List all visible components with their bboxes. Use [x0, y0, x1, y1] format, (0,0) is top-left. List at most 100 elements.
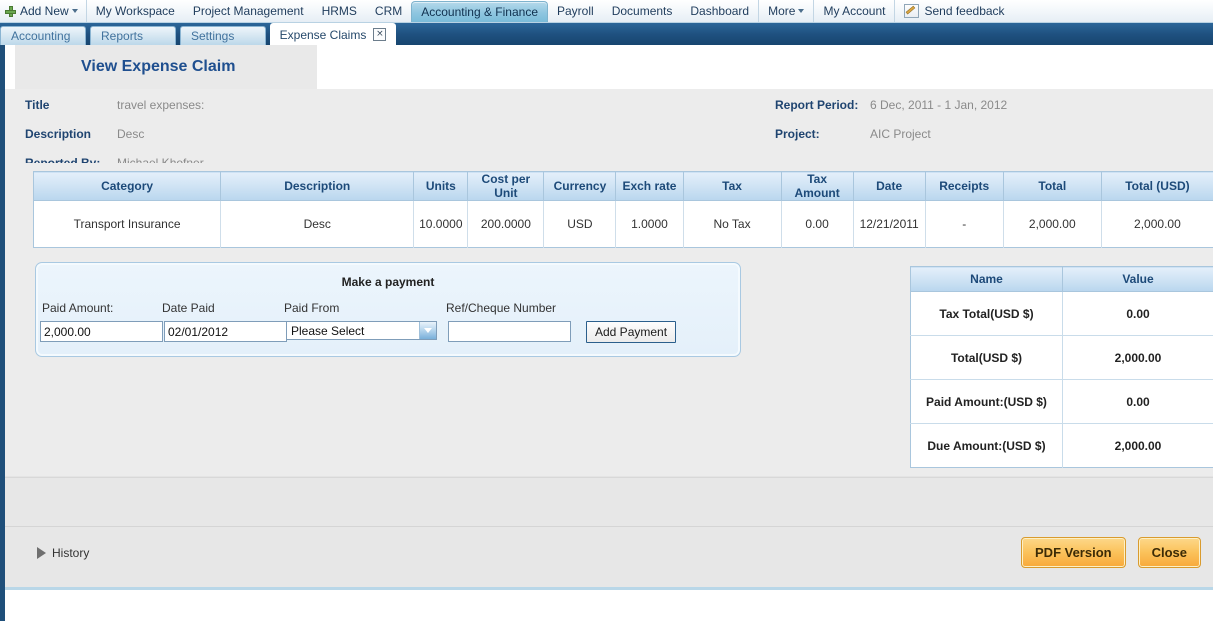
cell-units: 10.0000 — [414, 201, 468, 248]
paid-amount-field-wrap — [40, 321, 163, 342]
nav-item-hrms[interactable]: HRMS — [313, 0, 366, 22]
nav-item-my-account[interactable]: My Account — [813, 0, 894, 22]
pdf-version-button[interactable]: PDF Version — [1021, 537, 1126, 568]
close-icon[interactable]: × — [373, 28, 386, 41]
paid-from-select[interactable]: Please Select — [286, 321, 437, 340]
nav-label: My Account — [823, 4, 885, 18]
col-units[interactable]: Units — [414, 172, 468, 201]
meta-label: Title — [25, 98, 117, 112]
tab-expense-claims[interactable]: Expense Claims × — [270, 23, 396, 45]
module-tab-bar: Accounting Reports Settings Expense Clai… — [0, 23, 1213, 45]
bottom-accent-line — [5, 587, 1213, 590]
history-toggle[interactable]: History — [37, 546, 89, 560]
tab-label: Reports — [101, 29, 143, 43]
col-total[interactable]: Total — [1003, 172, 1101, 201]
nav-item-dashboard[interactable]: Dashboard — [681, 0, 758, 22]
meta-row-project: Project: AIC Project — [775, 127, 1007, 156]
date-paid-label: Date Paid — [162, 301, 215, 315]
add-payment-button[interactable]: Add Payment — [586, 321, 676, 343]
date-paid-input[interactable] — [164, 321, 287, 342]
meta-value: 6 Dec, 2011 - 1 Jan, 2012 — [870, 98, 1007, 112]
tab-settings[interactable]: Settings — [180, 26, 266, 45]
cell-tax-amount: 0.00 — [781, 201, 853, 248]
send-feedback-label: Send feedback — [924, 4, 1004, 18]
nav-label: Dashboard — [690, 4, 749, 18]
summary-col-value: Value — [1063, 267, 1213, 292]
summary-col-name: Name — [911, 267, 1063, 292]
tab-accounting[interactable]: Accounting — [0, 26, 86, 45]
payment-and-summary-area: Make a payment Paid Amount: Date Paid Pa… — [5, 262, 1213, 476]
cell-date: 12/21/2011 — [853, 201, 925, 248]
summary-name: Paid Amount:(USD $) — [911, 380, 1063, 424]
nav-label: HRMS — [322, 4, 357, 18]
claim-meta-section: Title travel expenses: Description Desc … — [5, 89, 1213, 163]
meta-row-report-period: Report Period: 6 Dec, 2011 - 1 Jan, 2012 — [775, 98, 1007, 127]
page-title-row: View Expense Claim — [5, 45, 1213, 89]
nav-label: More — [768, 4, 795, 18]
cell-receipts: - — [925, 201, 1003, 248]
summary-value: 0.00 — [1063, 380, 1213, 424]
cell-exch-rate: 1.0000 — [616, 201, 683, 248]
col-receipts[interactable]: Receipts — [925, 172, 1003, 201]
col-cost-per-unit[interactable]: Cost per Unit — [468, 172, 544, 201]
paid-amount-input[interactable] — [40, 321, 163, 342]
col-exch-rate[interactable]: Exch rate — [616, 172, 683, 201]
nav-item-more[interactable]: More — [758, 0, 813, 22]
col-tax[interactable]: Tax — [683, 172, 781, 201]
totals-summary-table: Name Value Tax Total(USD $) 0.00 Total(U… — [910, 266, 1213, 468]
meta-row-description: Description Desc — [25, 127, 204, 156]
col-date[interactable]: Date — [853, 172, 925, 201]
make-a-payment-title: Make a payment — [36, 263, 740, 289]
cell-description: Desc — [221, 201, 414, 248]
col-total-usd[interactable]: Total (USD) — [1101, 172, 1213, 201]
page-title: View Expense Claim — [15, 45, 317, 89]
send-feedback-button[interactable]: Send feedback — [894, 0, 1013, 22]
tab-label: Expense Claims — [280, 24, 367, 46]
nav-label: Payroll — [557, 4, 594, 18]
col-description[interactable]: Description — [221, 172, 414, 201]
page-footer: History PDF Version Close — [5, 526, 1213, 587]
nav-item-documents[interactable]: Documents — [603, 0, 682, 22]
col-tax-amount[interactable]: Tax Amount — [781, 172, 853, 201]
add-new-button[interactable]: Add New — [0, 0, 87, 22]
summary-name: Total(USD $) — [911, 336, 1063, 380]
top-navigation-bar: Add New My Workspace Project Management … — [0, 0, 1213, 23]
nav-label: Accounting & Finance — [421, 5, 538, 19]
meta-value: travel expenses: — [117, 98, 204, 112]
make-a-payment-panel: Make a payment Paid Amount: Date Paid Pa… — [35, 262, 741, 357]
page-content: Category Description Units Cost per Unit… — [5, 163, 1213, 590]
paid-from-selected-value: Please Select — [287, 324, 419, 338]
nav-label: Documents — [612, 4, 673, 18]
nav-item-project-management[interactable]: Project Management — [184, 0, 313, 22]
nav-item-crm[interactable]: CRM — [366, 0, 411, 22]
nav-item-accounting-finance[interactable]: Accounting & Finance — [411, 1, 548, 22]
nav-label: CRM — [375, 4, 402, 18]
summary-value: 0.00 — [1063, 292, 1213, 336]
page-container: View Expense Claim Title travel expenses… — [0, 45, 1213, 621]
tab-reports[interactable]: Reports — [90, 26, 176, 45]
paid-amount-label: Paid Amount: — [42, 301, 113, 315]
summary-value: 2,000.00 — [1063, 336, 1213, 380]
ref-cheque-input[interactable] — [448, 321, 571, 342]
cell-currency: USD — [544, 201, 616, 248]
chevron-down-icon — [798, 9, 804, 13]
close-button[interactable]: Close — [1138, 537, 1201, 568]
meta-value: AIC Project — [870, 127, 931, 141]
date-paid-field-wrap — [164, 321, 287, 342]
nav-item-payroll[interactable]: Payroll — [548, 0, 603, 22]
footer-action-buttons: PDF Version Close — [1021, 537, 1201, 568]
add-payment-button-wrap: Add Payment — [586, 321, 676, 343]
meta-label: Report Period: — [775, 98, 870, 112]
summary-name: Due Amount:(USD $) — [911, 424, 1063, 468]
nav-item-my-workspace[interactable]: My Workspace — [87, 0, 184, 22]
cell-cost-per-unit: 200.0000 — [468, 201, 544, 248]
col-category[interactable]: Category — [34, 172, 221, 201]
chevron-down-icon[interactable] — [419, 322, 436, 339]
claim-meta-right: Report Period: 6 Dec, 2011 - 1 Jan, 2012… — [775, 98, 1007, 156]
summary-name: Tax Total(USD $) — [911, 292, 1063, 336]
col-currency[interactable]: Currency — [544, 172, 616, 201]
meta-row-title: Title travel expenses: — [25, 98, 204, 127]
table-row[interactable]: Transport Insurance Desc 10.0000 200.000… — [34, 201, 1213, 248]
meta-value: Desc — [117, 127, 144, 141]
summary-row-tax-total: Tax Total(USD $) 0.00 — [911, 292, 1213, 336]
